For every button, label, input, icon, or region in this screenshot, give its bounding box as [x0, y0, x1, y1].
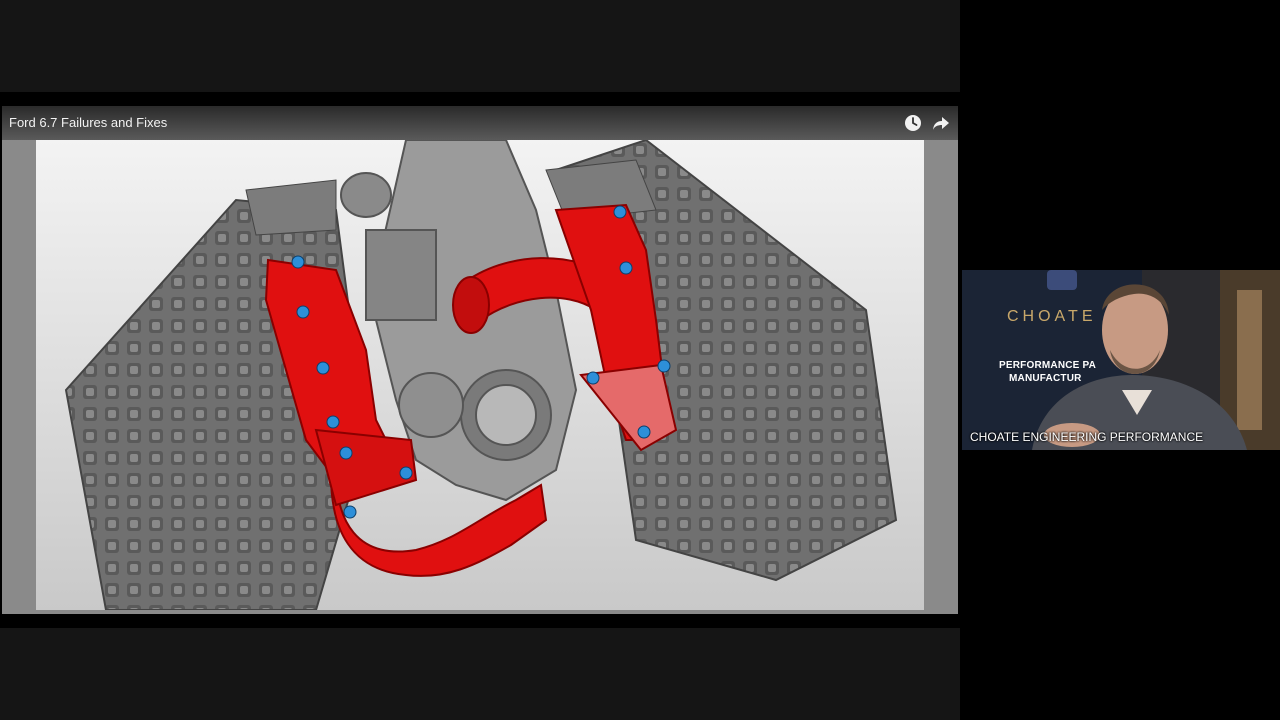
top-letterbox — [0, 0, 960, 92]
banner-line-1: PERFORMANCE PA — [999, 360, 1097, 371]
video-header: Ford 6.7 Failures and Fixes — [2, 106, 958, 140]
clock-icon[interactable] — [904, 114, 922, 132]
video-frame — [36, 140, 924, 610]
webcam-feed: CHOATE PERFORMANCE PA MANUFACTUR CHOATE … — [962, 270, 1280, 450]
webcam-caption: CHOATE ENGINEERING PERFORMANCE — [970, 430, 1204, 444]
banner-brand: CHOATE — [1007, 308, 1097, 325]
bottom-letterbox — [0, 628, 960, 720]
banner-line-2: MANUFACTUR — [1009, 373, 1082, 384]
video-title[interactable]: Ford 6.7 Failures and Fixes — [9, 115, 167, 130]
video-player[interactable]: Ford 6.7 Failures and Fixes — [2, 106, 958, 614]
share-icon[interactable] — [932, 114, 950, 132]
